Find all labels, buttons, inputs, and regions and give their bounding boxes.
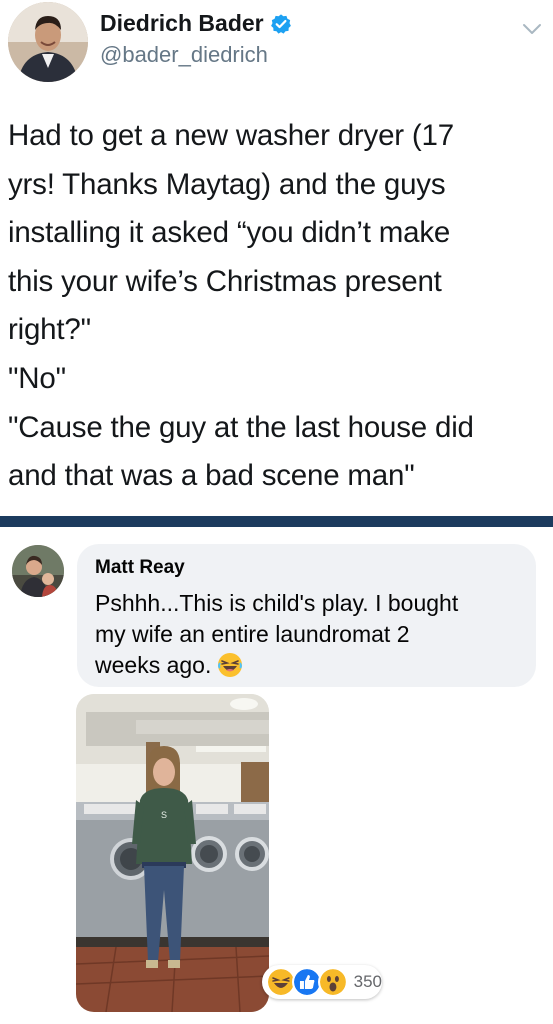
reaction-count: 350: [353, 972, 382, 991]
comment-author-name[interactable]: Matt Reay: [95, 557, 185, 579]
laughing-emoji-icon: [218, 653, 243, 677]
tweet-text-line: yrs! Thanks Maytag) and the guys: [8, 167, 446, 201]
tweet-text-line: and that was a bad scene man": [8, 459, 415, 493]
chevron-down-icon[interactable]: [522, 22, 542, 36]
tweet-text-line: installing it asked “you didn’t make: [8, 216, 451, 250]
laundromat-photo[interactable]: S: [76, 694, 269, 1012]
tweet-text-line: "No": [8, 361, 66, 395]
svg-text:S: S: [161, 810, 167, 820]
comment-text-line: weeks ago.: [95, 650, 515, 681]
tweet-card: Diedrich Bader @bader_diedrich Had to ge…: [0, 0, 553, 515]
tweet-author-handle[interactable]: @bader_diedrich: [100, 42, 268, 68]
verified-badge-icon: [270, 13, 291, 34]
section-divider: [0, 516, 553, 527]
comment-author-avatar[interactable]: [12, 545, 64, 597]
tweet-author-row: Diedrich Bader: [100, 10, 292, 37]
comment-text-line: Pshhh...This is child's play. I bought: [95, 590, 459, 616]
facebook-comment: Matt Reay Pshhh...This is child's play. …: [0, 527, 553, 1024]
comment-bubble: Matt Reay Pshhh...This is child's play. …: [77, 544, 536, 687]
comment-text: Pshhh...This is child's play. I bought m…: [95, 588, 515, 681]
tweet-author-avatar[interactable]: [8, 2, 88, 82]
tweet-text-line: right?": [8, 313, 91, 347]
tweet-text-line: Had to get a new washer dryer (17: [8, 119, 454, 152]
comment-text-line-last: weeks ago.: [95, 652, 212, 678]
tweet-text-line: this your wife’s Christmas present: [8, 264, 442, 298]
comment-text-line: my wife an entire laundromat 2: [95, 621, 410, 647]
tweet-text: Had to get a new washer dryer (17 yrs! T…: [8, 112, 548, 501]
wow-reaction-icon: [317, 967, 348, 997]
tweet-author-name[interactable]: Diedrich Bader: [100, 10, 264, 37]
tweet-text-line: "Cause the guy at the last house did: [8, 410, 474, 444]
reaction-summary[interactable]: 350: [262, 965, 382, 999]
